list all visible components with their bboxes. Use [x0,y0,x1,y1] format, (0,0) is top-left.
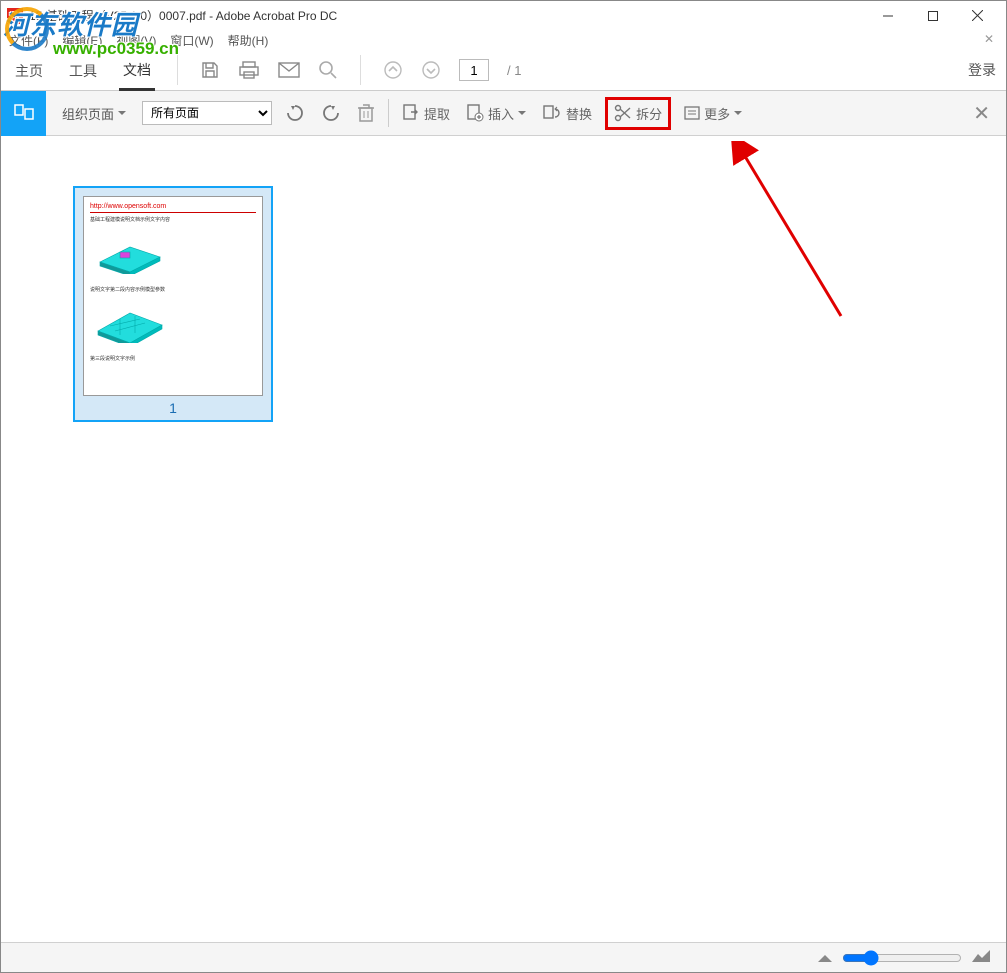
main-tabrow: 主页 工具 文档 / 1 登录 [1,50,1006,91]
organize-dropdown[interactable]: 组织页面 [56,100,132,127]
menu-window[interactable]: 窗口(W) [170,32,213,49]
thumbnail-number: 1 [83,396,263,416]
close-doc-button[interactable]: ✕ [984,32,994,46]
page-up-icon[interactable] [383,60,403,80]
menu-view[interactable]: 视图(V) [116,32,156,49]
menu-edit[interactable]: 编辑(E) [62,32,102,49]
rotate-right-button[interactable] [318,99,344,127]
delete-button[interactable] [354,99,378,127]
rotate-left-button[interactable] [282,99,308,127]
menubar: 文件(F) 编辑(E) 视图(V) 窗口(W) 帮助(H) ✕ [1,30,1006,50]
thumbnail-area: http://www.opensoft.com 基础工程建模说明文档示例文字内容… [1,136,1006,942]
close-button[interactable] [955,1,1000,30]
search-icon[interactable] [318,60,338,80]
tab-home[interactable]: 主页 [11,51,47,89]
organize-pages-icon[interactable] [1,91,46,136]
insert-button[interactable]: 插入 [463,99,529,127]
zoom-slider[interactable] [842,950,962,966]
chevron-down-icon [734,111,742,116]
insert-label: 插入 [488,104,514,123]
maximize-button[interactable] [910,1,955,30]
page-down-icon[interactable] [421,60,441,80]
replace-button[interactable]: 替换 [539,99,595,127]
menu-help[interactable]: 帮助(H) [228,32,269,49]
save-icon[interactable] [200,60,220,80]
organize-label: 组织页面 [62,104,114,123]
close-toolbar-button[interactable]: ✕ [965,101,998,126]
page-number-input[interactable] [459,59,489,81]
replace-label: 替换 [566,104,592,123]
zoom-in-icon[interactable] [972,949,990,967]
extract-button[interactable]: 提取 [399,99,453,127]
titlebar: 15.基础工程（V25.1.0）0007.pdf - Adobe Acrobat… [1,1,1006,30]
minimize-button[interactable] [865,1,910,30]
page-range-select[interactable]: 所有页面 [142,101,272,125]
mail-icon[interactable] [278,62,300,78]
chevron-down-icon [518,111,526,116]
print-icon[interactable] [238,60,260,80]
split-button[interactable]: 拆分 [605,97,671,130]
page-preview: http://www.opensoft.com 基础工程建模说明文档示例文字内容… [83,196,263,396]
zoom-out-icon[interactable] [818,949,832,967]
zoom-bar [1,942,1006,972]
tab-document[interactable]: 文档 [119,50,155,91]
menu-file[interactable]: 文件(F) [9,32,48,49]
extract-label: 提取 [424,104,450,123]
split-label: 拆分 [636,104,662,123]
window-title: 15.基础工程（V25.1.0）0007.pdf - Adobe Acrobat… [29,7,865,24]
app-icon [7,8,23,24]
more-label: 更多 [704,104,730,123]
login-link[interactable]: 登录 [968,60,996,80]
more-button[interactable]: 更多 [681,100,745,127]
chevron-down-icon [118,111,126,116]
page-total: / 1 [507,63,521,78]
page-thumbnail[interactable]: http://www.opensoft.com 基础工程建模说明文档示例文字内容… [73,186,273,422]
scissors-icon [614,104,632,122]
tab-tools[interactable]: 工具 [65,51,101,89]
organize-toolbar: 组织页面 所有页面 提取 插入 替换 拆分 更多 ✕ [1,91,1006,136]
